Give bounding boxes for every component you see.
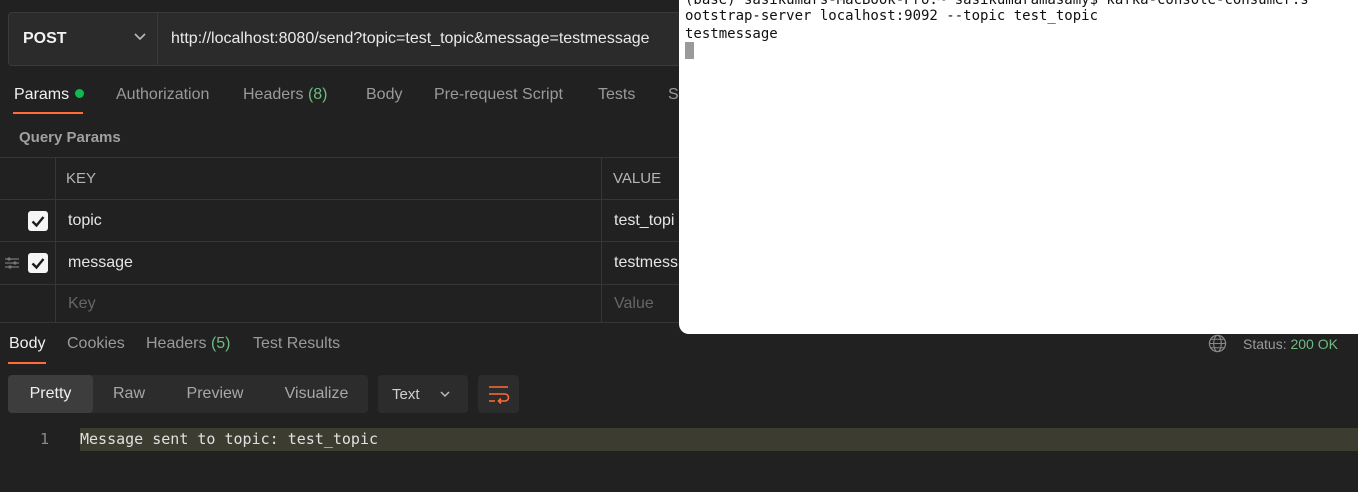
params-active-dot: [75, 89, 85, 98]
column-divider: [601, 157, 602, 322]
response-tab-headers[interactable]: Headers (5): [146, 335, 231, 353]
column-divider: [55, 157, 56, 322]
table-divider: [0, 322, 680, 323]
table-divider: [0, 284, 680, 285]
response-status: Status: 200 OK: [1243, 336, 1338, 352]
tab-params-label: Params: [14, 86, 70, 103]
chevron-down-icon: [440, 391, 450, 398]
view-preview-button[interactable]: Preview: [165, 375, 265, 413]
table-divider: [0, 199, 680, 200]
terminal-line: ootstrap-server localhost:9092 --topic t…: [685, 8, 1099, 24]
view-visualize-button[interactable]: Visualize: [265, 375, 368, 413]
chevron-down-icon: [134, 33, 146, 41]
response-tab-test-results[interactable]: Test Results: [253, 335, 340, 353]
checkmark-icon: [31, 216, 45, 228]
tab-tests[interactable]: Tests: [598, 86, 635, 104]
param-key[interactable]: topic: [68, 212, 102, 230]
terminal-line: (base) sasikumars-MacBook-Pro:~ sasikuma…: [685, 0, 1309, 8]
method-dropdown[interactable]: POST: [9, 13, 158, 65]
line-number: 1: [40, 430, 50, 448]
table-divider: [0, 157, 680, 158]
param-checkbox[interactable]: [28, 211, 48, 231]
param-key[interactable]: message: [68, 254, 133, 272]
request-url-bar: POST http://localhost:8080/send?topic=te…: [8, 12, 688, 66]
table-divider: [0, 241, 680, 242]
response-tab-indicator: [8, 362, 46, 364]
tab-params[interactable]: Params: [14, 86, 85, 104]
globe-icon[interactable]: [1208, 334, 1227, 353]
view-mode-group: Pretty Raw Preview Visualize: [8, 375, 368, 413]
tab-active-indicator: [13, 112, 83, 114]
new-value-input[interactable]: Value: [614, 295, 654, 313]
tab-headers-label: Headers: [243, 86, 304, 103]
status-badge: 200 OK: [1290, 336, 1338, 352]
tab-headers[interactable]: Headers (8): [243, 86, 328, 104]
query-params-title: Query Params: [19, 129, 121, 146]
wrap-lines-button[interactable]: [478, 375, 519, 413]
status-label: Status:: [1243, 336, 1287, 352]
response-tab-cookies[interactable]: Cookies: [67, 335, 125, 353]
value-column-header: VALUE: [613, 170, 662, 187]
wrap-lines-icon: [489, 386, 510, 405]
view-pretty-button[interactable]: Pretty: [8, 375, 93, 413]
param-checkbox[interactable]: [28, 253, 48, 273]
response-headers-count: (5): [210, 335, 231, 352]
view-raw-button[interactable]: Raw: [93, 375, 165, 413]
tab-settings[interactable]: S: [668, 86, 679, 104]
headers-count: (8): [307, 86, 328, 103]
param-value[interactable]: test_topi: [614, 212, 674, 230]
tab-body[interactable]: Body: [366, 86, 402, 104]
response-body-text[interactable]: Message sent to topic: test_topic: [80, 430, 378, 448]
format-label: Text: [392, 386, 420, 403]
param-value[interactable]: testmess: [614, 254, 678, 272]
terminal-window[interactable]: (base) sasikumars-MacBook-Pro:~ sasikuma…: [679, 0, 1358, 334]
format-dropdown[interactable]: Text: [378, 375, 468, 413]
checkmark-icon: [31, 258, 45, 270]
terminal-line: testmessage: [685, 26, 778, 42]
response-tab-body[interactable]: Body: [9, 335, 45, 353]
drag-handle-icon[interactable]: [4, 256, 20, 270]
tab-authorization[interactable]: Authorization: [116, 86, 209, 104]
new-key-input[interactable]: Key: [68, 295, 96, 313]
url-input[interactable]: http://localhost:8080/send?topic=test_to…: [171, 30, 650, 48]
response-headers-label: Headers: [146, 335, 207, 352]
method-label: POST: [23, 30, 67, 47]
tab-prerequest-script[interactable]: Pre-request Script: [434, 86, 563, 104]
terminal-cursor: [685, 42, 694, 59]
key-column-header: KEY: [66, 170, 97, 187]
